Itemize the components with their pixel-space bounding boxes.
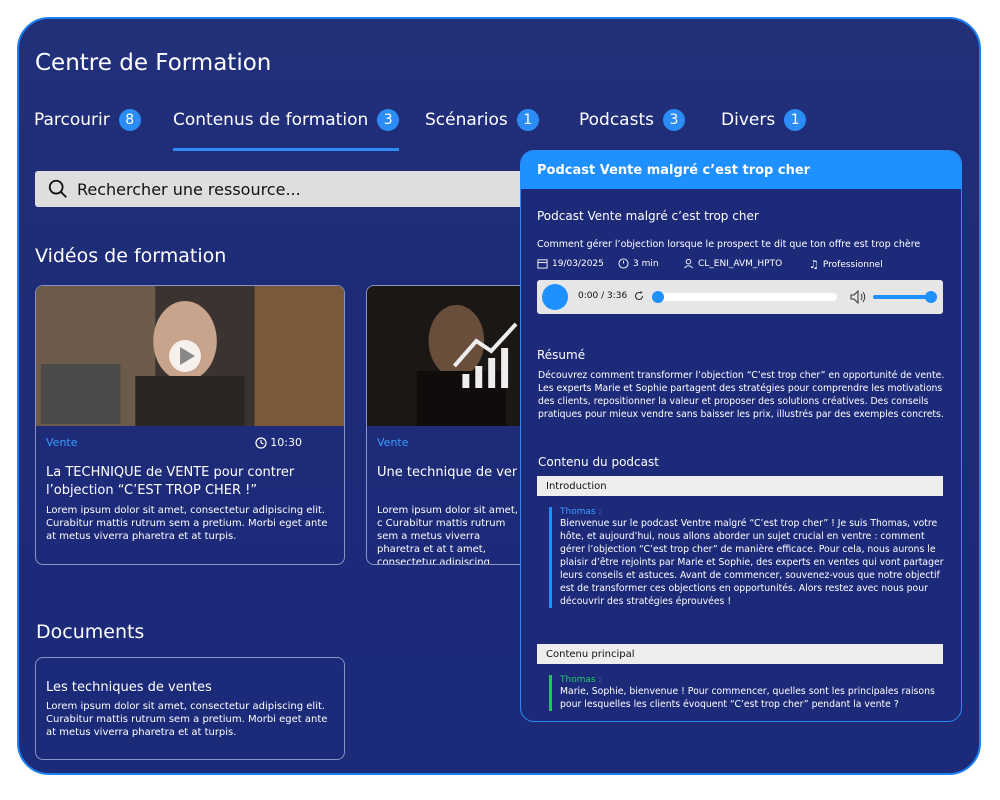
video-description: Lorem ipsum dolor sit amet, c Curabitur … [377, 505, 518, 565]
tab-count-badge: 3 [377, 109, 400, 131]
video-card[interactable]: Vente 10:30 La TECHNIQUE de VENTE pour c… [35, 285, 345, 565]
progress-handle[interactable] [652, 291, 664, 303]
speaker-name: Thomas : [560, 507, 602, 517]
video-tag: Vente [46, 436, 78, 449]
podcast-duration-text: 3 min [633, 258, 659, 269]
podcast-duration: 3 min [618, 258, 659, 269]
videos-section-title: Vidéos de formation [35, 245, 227, 267]
tab-scenarios[interactable]: Scénarios 1 [425, 109, 539, 131]
summary-text: Découvrez comment transformer l’objectio… [538, 370, 945, 420]
volume-track[interactable] [873, 295, 933, 299]
video-tag: Vente [377, 436, 409, 449]
search-placeholder: Rechercher une ressource... [77, 179, 301, 199]
segment-header[interactable]: Contenu principal [537, 644, 943, 664]
podcast-code-text: CL_ENI_AVM_HPTO [698, 258, 783, 269]
player-time: 0:00 / 3:36 [578, 291, 628, 301]
video-description: Lorem ipsum dolor sit amet, consectetur … [46, 505, 328, 542]
document-description: Lorem ipsum dolor sit amet, consectetur … [46, 701, 328, 738]
play-button[interactable] [542, 284, 568, 310]
tab-count-badge: 8 [118, 109, 141, 131]
podcast-date: 19/03/2025 [537, 258, 604, 269]
tab-label: Scénarios [425, 110, 508, 130]
calendar-icon [537, 259, 548, 269]
tab-count-badge: 1 [516, 109, 539, 131]
podcast-panel: Podcast Vente malgré c’est trop cher Pod… [520, 150, 962, 722]
document-card[interactable]: Les techniques de ventes Lorem ipsum dol… [35, 657, 345, 760]
video-duration: 10:30 [255, 436, 302, 449]
podcast-code: CL_ENI_AVM_HPTO [683, 258, 782, 269]
video-title: Une technique de vent [377, 465, 517, 480]
summary-title: Résumé [537, 348, 586, 362]
segment-quote: Thomas : Bienvenue sur le podcast Ventre… [549, 507, 944, 608]
quote-text: Bienvenue sur le podcast Ventre malgré “… [560, 518, 944, 607]
audio-player: 0:00 / 3:36 [537, 280, 943, 314]
tab-contenus-de-formation[interactable]: Contenus de formation 3 [173, 109, 400, 131]
podcast-category: ♫ Professionnel [809, 258, 883, 271]
tab-count-badge: 1 [784, 109, 807, 131]
replay-icon[interactable] [633, 290, 645, 302]
user-icon [684, 258, 693, 269]
app-window: Centre de Formation Parcourir 8 Contenus… [17, 17, 981, 775]
segment-quote: Thomas : Marie, Sophie, bienvenue ! Pour… [549, 675, 944, 711]
podcast-category-text: Professionnel [822, 259, 883, 270]
video-thumbnail [36, 286, 344, 426]
app-title: Centre de Formation [35, 50, 272, 76]
segment-header[interactable]: Introduction [537, 476, 943, 496]
tab-label: Podcasts [579, 110, 654, 130]
video-duration-text: 10:30 [270, 436, 302, 449]
progress-track[interactable] [657, 293, 837, 301]
podcast-subtitle: Comment gérer l’objection lorsque le pro… [537, 239, 921, 250]
document-title: Les techniques de ventes [46, 680, 212, 695]
tab-parcourir[interactable]: Parcourir 8 [34, 109, 141, 131]
video-title: La TECHNIQUE de VENTE pour contrer l’obj… [46, 465, 295, 498]
quote-text: Marie, Sophie, bienvenue ! Pour commence… [560, 686, 935, 710]
tab-label: Divers [721, 110, 776, 130]
active-tab-indicator [173, 148, 399, 151]
tab-divers[interactable]: Divers 1 [721, 109, 807, 131]
tab-podcasts[interactable]: Podcasts 3 [579, 109, 685, 131]
volume-icon[interactable] [850, 290, 868, 304]
music-note-icon: ♫ [809, 258, 819, 271]
podcast-panel-header: Podcast Vente malgré c’est trop cher [521, 151, 961, 189]
clock-icon [618, 258, 629, 269]
content-title: Contenu du podcast [538, 455, 659, 469]
tab-count-badge: 3 [662, 109, 685, 131]
podcast-date-text: 19/03/2025 [552, 258, 604, 269]
clock-icon [255, 436, 267, 449]
search-input[interactable]: Rechercher une ressource... [35, 171, 545, 207]
tab-label: Contenus de formation [173, 110, 369, 130]
volume-handle[interactable] [925, 291, 937, 303]
documents-section-title: Documents [36, 621, 145, 643]
podcast-title: Podcast Vente malgré c’est trop cher [537, 209, 759, 223]
tab-label: Parcourir [34, 110, 110, 130]
speaker-name: Thomas : [560, 675, 602, 685]
search-icon [48, 179, 67, 198]
